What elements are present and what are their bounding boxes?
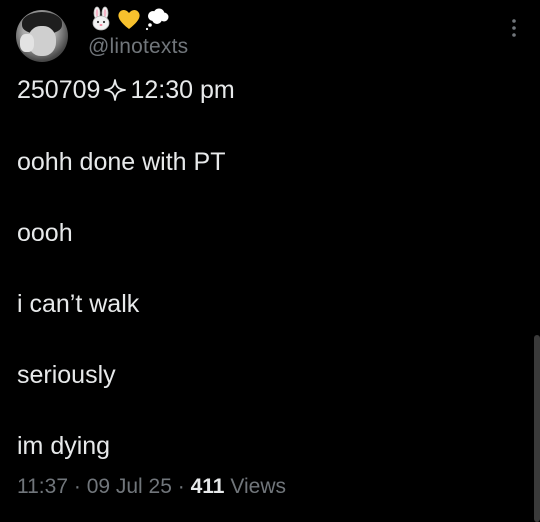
views-label[interactable]: Views <box>230 475 286 498</box>
tweet-text-line: oohh done with PT <box>17 148 226 176</box>
yellow-heart-icon <box>118 10 140 29</box>
tweet-text-line: i can’t walk <box>17 290 140 318</box>
author-handle[interactable]: @linotexts <box>88 35 188 59</box>
avatar-hand <box>20 34 34 52</box>
tweet-card: @linotexts 250709 12:30 pm oohh done wit… <box>0 0 540 522</box>
scrollbar[interactable] <box>534 335 540 522</box>
post-date[interactable]: 09 Jul 25 <box>87 475 172 498</box>
post-time[interactable]: 11:37 <box>17 475 68 498</box>
display-name[interactable] <box>88 4 170 34</box>
tweet-text-line: seriously <box>17 361 116 389</box>
separator-dot: · <box>177 475 185 498</box>
rabbit-face-icon <box>92 6 110 31</box>
date-code: 250709 <box>17 76 101 104</box>
more-options-icon[interactable] <box>505 16 523 40</box>
tweet-text-line: oooh <box>17 219 73 247</box>
time-label: 12:30 pm <box>130 76 235 104</box>
tweet-meta: 11:37 · 09 Jul 25 · 411 Views <box>17 475 286 499</box>
tweet-header-line: 250709 12:30 pm <box>17 76 235 105</box>
avatar[interactable] <box>16 10 68 62</box>
sparkle-icon <box>104 79 127 101</box>
views-count[interactable]: 411 <box>191 475 225 498</box>
thought-balloon-icon <box>145 8 169 31</box>
separator-dot: · <box>73 475 81 498</box>
tweet-text-line: im dying <box>17 432 111 460</box>
